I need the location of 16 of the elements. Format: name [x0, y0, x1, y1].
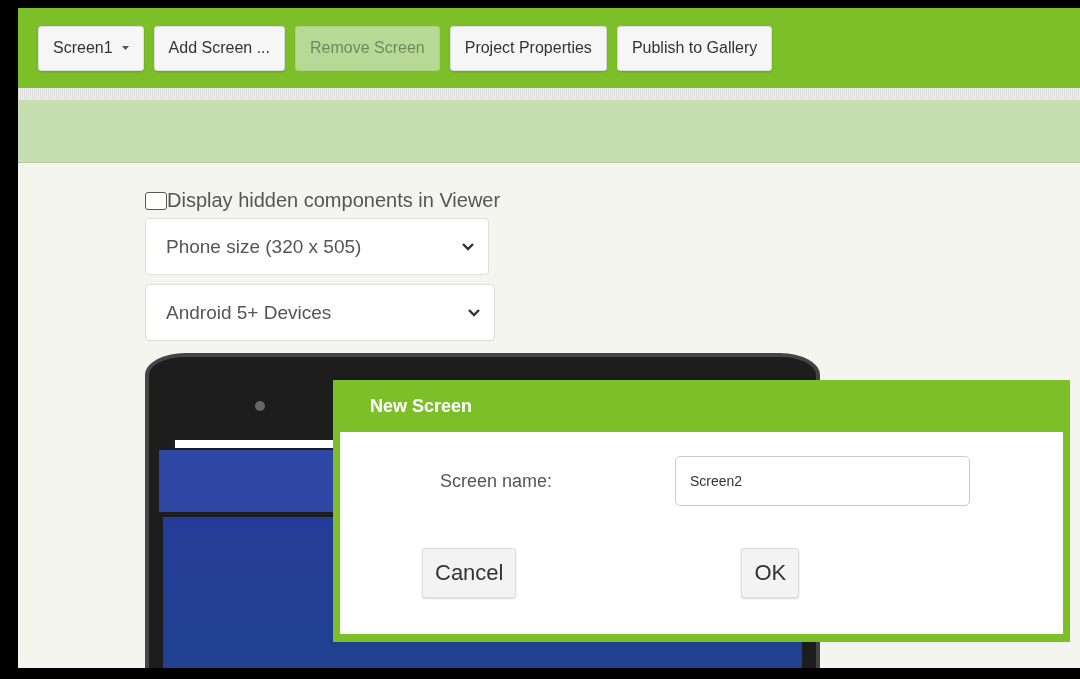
checkbox[interactable] [145, 191, 167, 210]
screen-name-field[interactable]: Screen2 [675, 456, 970, 506]
screen-dropdown[interactable]: Screen1 [38, 25, 144, 71]
caret-icon [121, 46, 129, 50]
chevron-icon [462, 242, 474, 251]
toolbar-button[interactable]: Publish to Gallery [616, 25, 773, 71]
field-label: Screen name: [440, 470, 554, 492]
dialog-button[interactable]: OK [741, 548, 800, 598]
chevron-icon [468, 308, 480, 317]
dialog-title: New Screen [369, 394, 474, 418]
dialog-button[interactable]: Cancel [422, 548, 517, 598]
select-dropdown[interactable]: Android 5+ Devices [145, 284, 495, 341]
toolbar-button[interactable]: Add Screen ... [153, 25, 285, 71]
select-dropdown[interactable]: Phone size (320 x 505) [145, 218, 489, 275]
checkbox-label: Display hidden components in Viewer [167, 189, 501, 212]
toolbar-button[interactable]: Project Properties [449, 25, 607, 71]
